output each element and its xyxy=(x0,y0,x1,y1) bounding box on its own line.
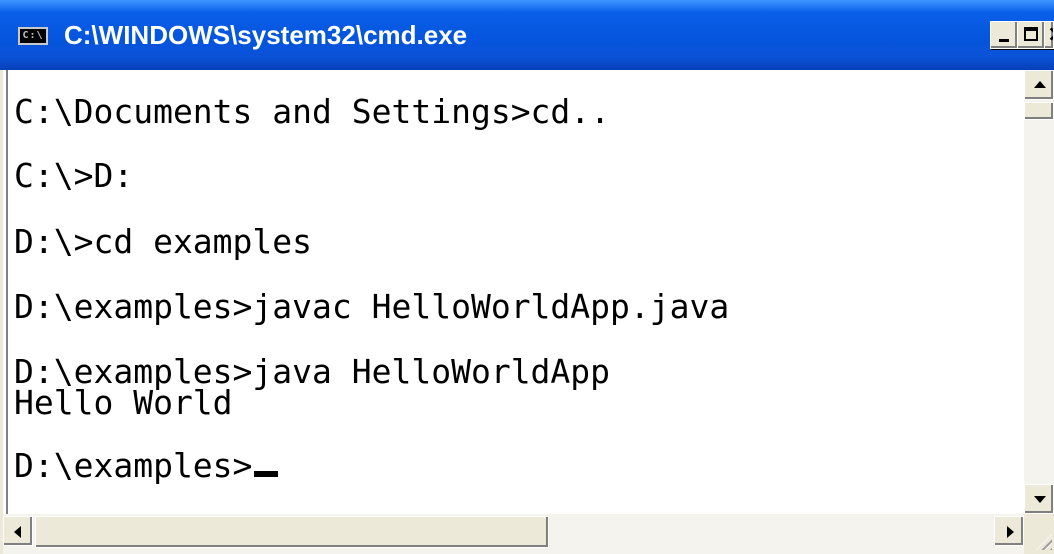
maximize-icon xyxy=(1024,27,1038,41)
minimize-icon xyxy=(999,39,1009,42)
text-cursor xyxy=(254,471,279,477)
console-line: D:\>cd examples xyxy=(14,222,313,261)
console-prompt: D:\examples> xyxy=(14,446,253,485)
arrow-right-icon xyxy=(1007,526,1014,538)
scroll-left-button[interactable] xyxy=(3,516,33,546)
scrollbar-corner xyxy=(1024,514,1054,554)
cmd-icon-label: C:\ xyxy=(22,30,44,41)
scroll-up-button[interactable] xyxy=(1024,70,1054,100)
arrow-up-icon xyxy=(1034,81,1046,88)
console-line: C:\Documents and Settings>cd.. xyxy=(14,92,611,131)
horizontal-scroll-thumb[interactable] xyxy=(35,516,549,548)
vertical-scrollbar[interactable] xyxy=(1024,70,1054,514)
horizontal-scrollbar[interactable] xyxy=(0,514,1024,554)
console-prompt-line: D:\examples> xyxy=(14,446,279,485)
cmd-window: C:\ C:\WINDOWS\system32\cmd.exe × C:\Doc… xyxy=(0,0,1054,554)
console-line: D:\examples>javac HelloWorldApp.java xyxy=(14,287,730,326)
title-bar[interactable]: C:\ C:\WINDOWS\system32\cmd.exe × xyxy=(0,0,1054,70)
minimize-button[interactable] xyxy=(990,21,1018,49)
window-title: C:\WINDOWS\system32\cmd.exe xyxy=(64,20,468,50)
scroll-right-button[interactable] xyxy=(994,516,1024,546)
vertical-scroll-thumb[interactable] xyxy=(1024,102,1054,120)
console-output[interactable]: C:\Documents and Settings>cd.. C:\>D: D:… xyxy=(0,70,1024,514)
close-icon: × xyxy=(1047,22,1053,48)
maximize-button[interactable] xyxy=(1017,21,1045,49)
console-line: Hello World xyxy=(14,383,233,422)
scroll-down-button[interactable] xyxy=(1024,484,1054,514)
cmd-icon[interactable]: C:\ xyxy=(18,27,48,45)
arrow-left-icon xyxy=(14,526,21,538)
console-text-area[interactable]: C:\Documents and Settings>cd.. C:\>D: D:… xyxy=(6,70,1024,514)
resize-grip-icon[interactable] xyxy=(1036,534,1052,550)
arrow-down-icon xyxy=(1034,496,1046,503)
console-line: C:\>D: xyxy=(14,156,134,195)
close-button[interactable]: × xyxy=(1044,21,1054,49)
